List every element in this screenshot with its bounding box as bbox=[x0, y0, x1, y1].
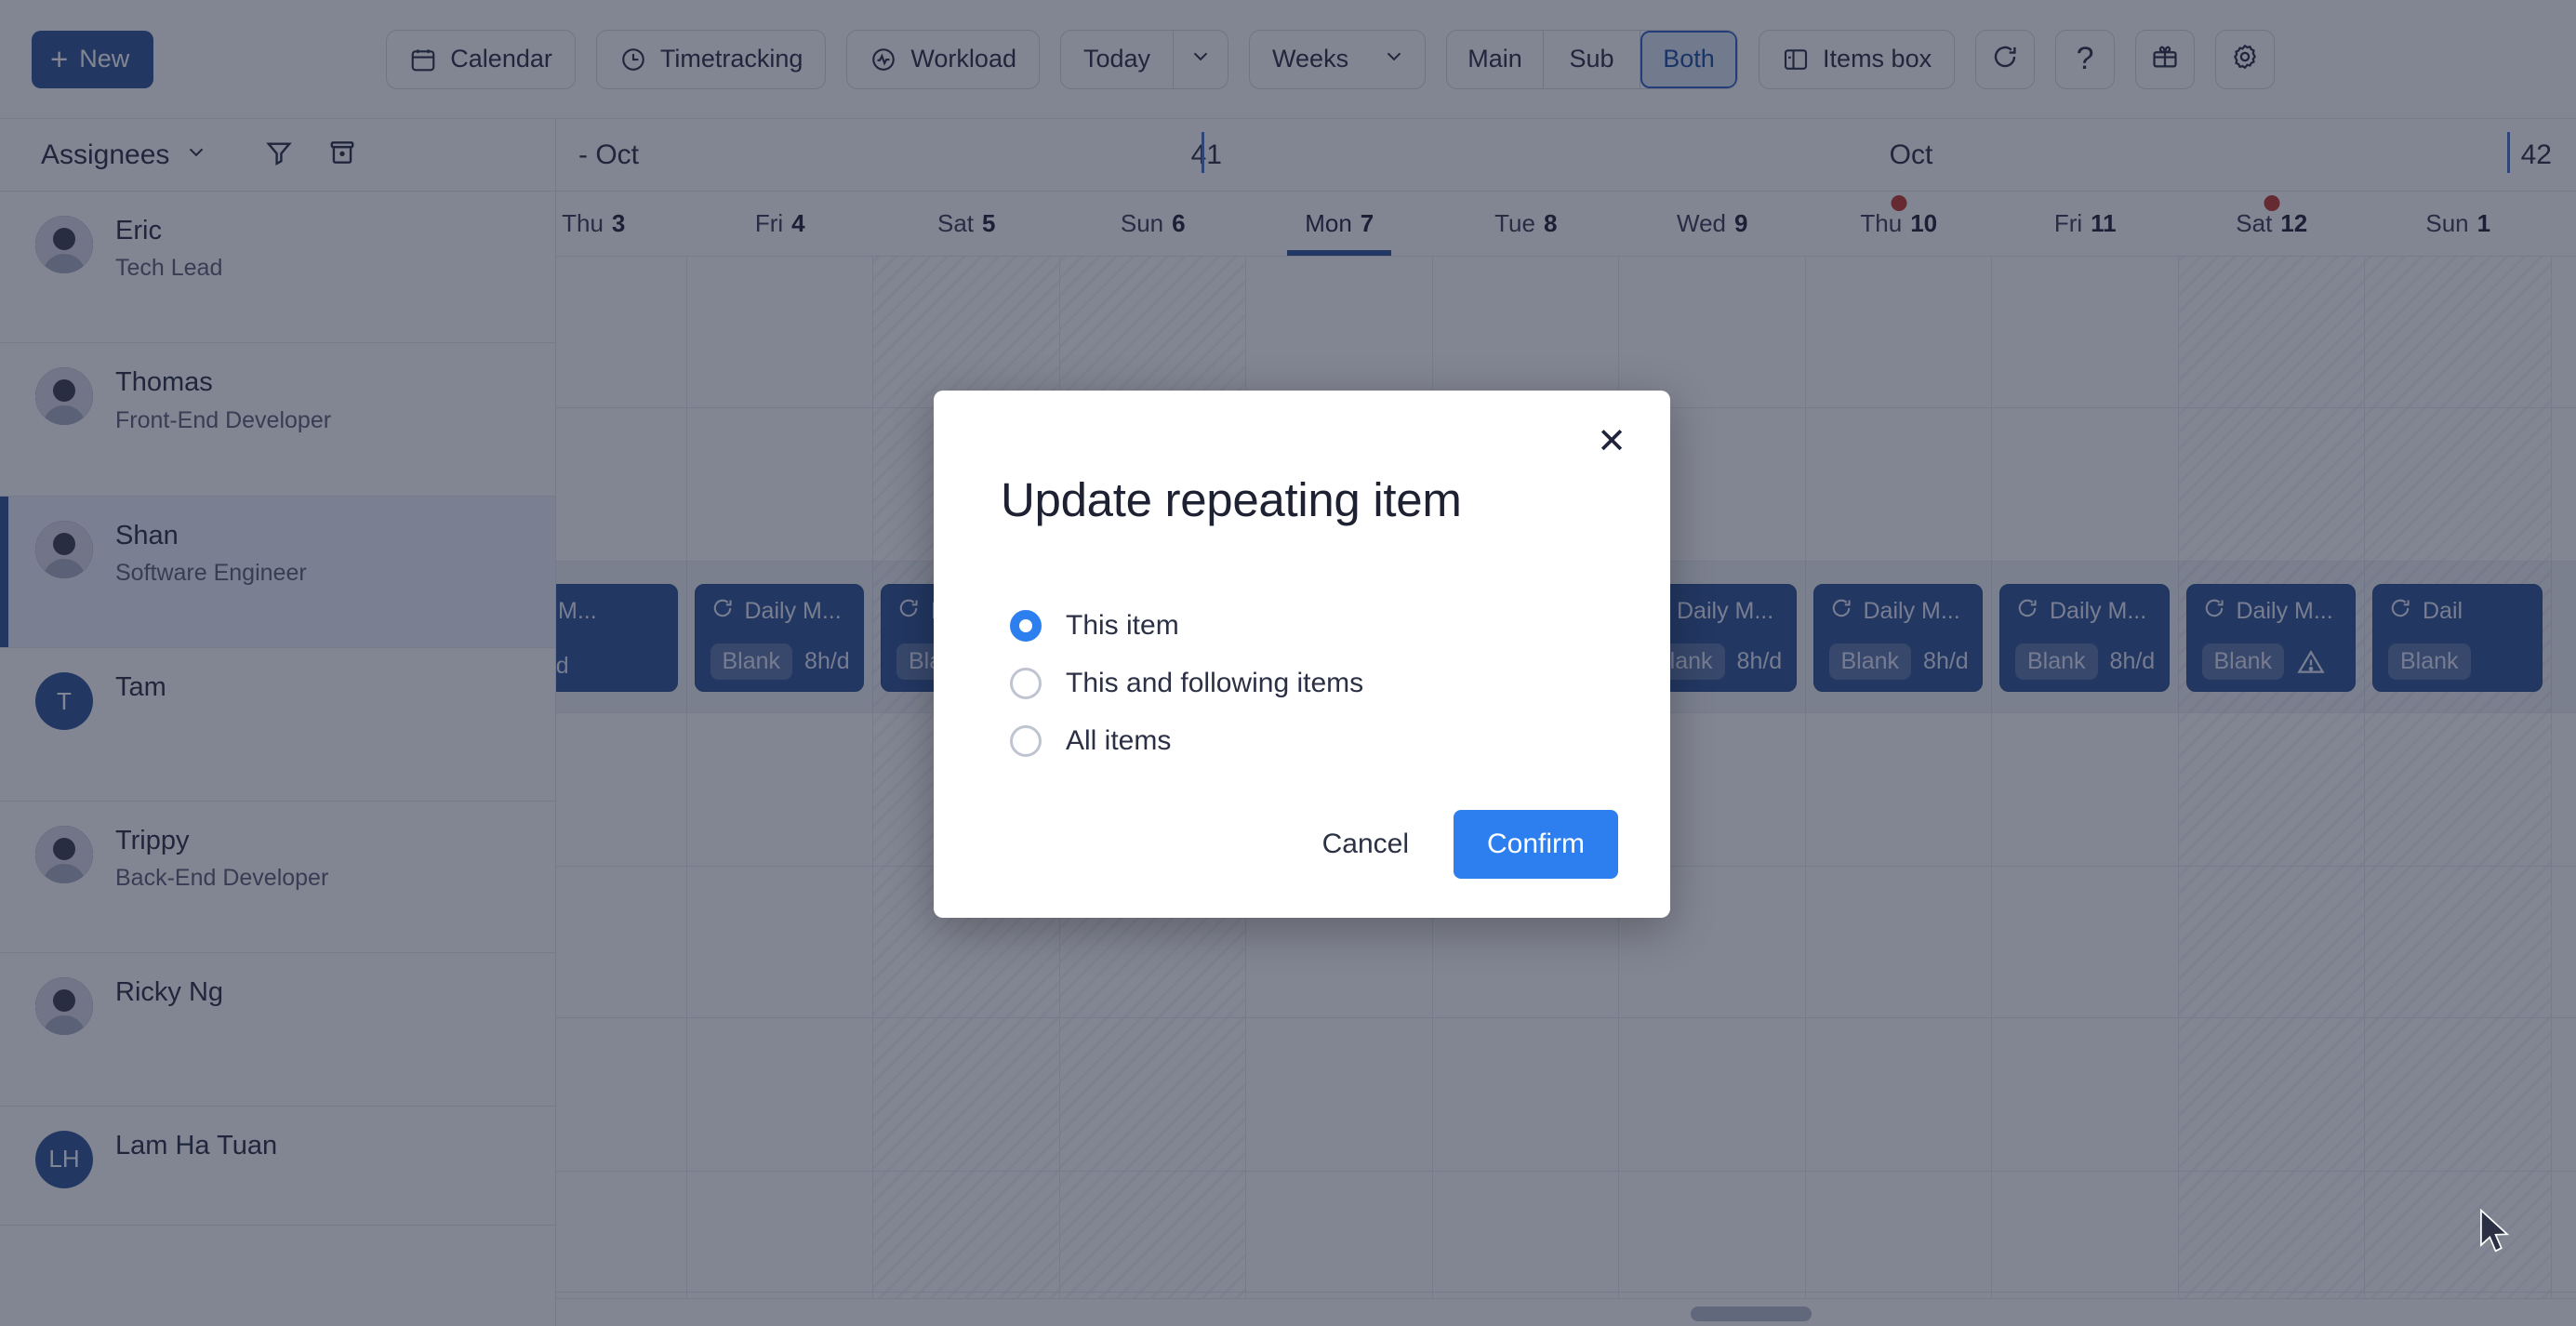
radio-option[interactable]: This and following items bbox=[1010, 655, 1614, 712]
radio-option-label: This item bbox=[1066, 610, 1179, 642]
radio-option-label: All items bbox=[1066, 725, 1171, 757]
radio-button[interactable] bbox=[1010, 610, 1042, 642]
radio-option[interactable]: All items bbox=[1010, 712, 1614, 770]
dialog-title: Update repeating item bbox=[1001, 472, 1462, 527]
cancel-button[interactable]: Cancel bbox=[1298, 812, 1433, 877]
radio-button[interactable] bbox=[1010, 668, 1042, 699]
radio-option-label: This and following items bbox=[1066, 668, 1363, 699]
dialog-actions: Cancel Confirm bbox=[1298, 810, 1618, 879]
radio-button[interactable] bbox=[1010, 725, 1042, 757]
update-repeating-item-dialog: ✕ Update repeating item This item This an… bbox=[934, 391, 1670, 918]
close-icon[interactable]: ✕ bbox=[1590, 420, 1633, 463]
radio-option[interactable]: This item bbox=[1010, 597, 1614, 655]
repeat-scope-radio-group: This item This and following items All ite… bbox=[1010, 597, 1614, 770]
confirm-button[interactable]: Confirm bbox=[1454, 810, 1618, 879]
